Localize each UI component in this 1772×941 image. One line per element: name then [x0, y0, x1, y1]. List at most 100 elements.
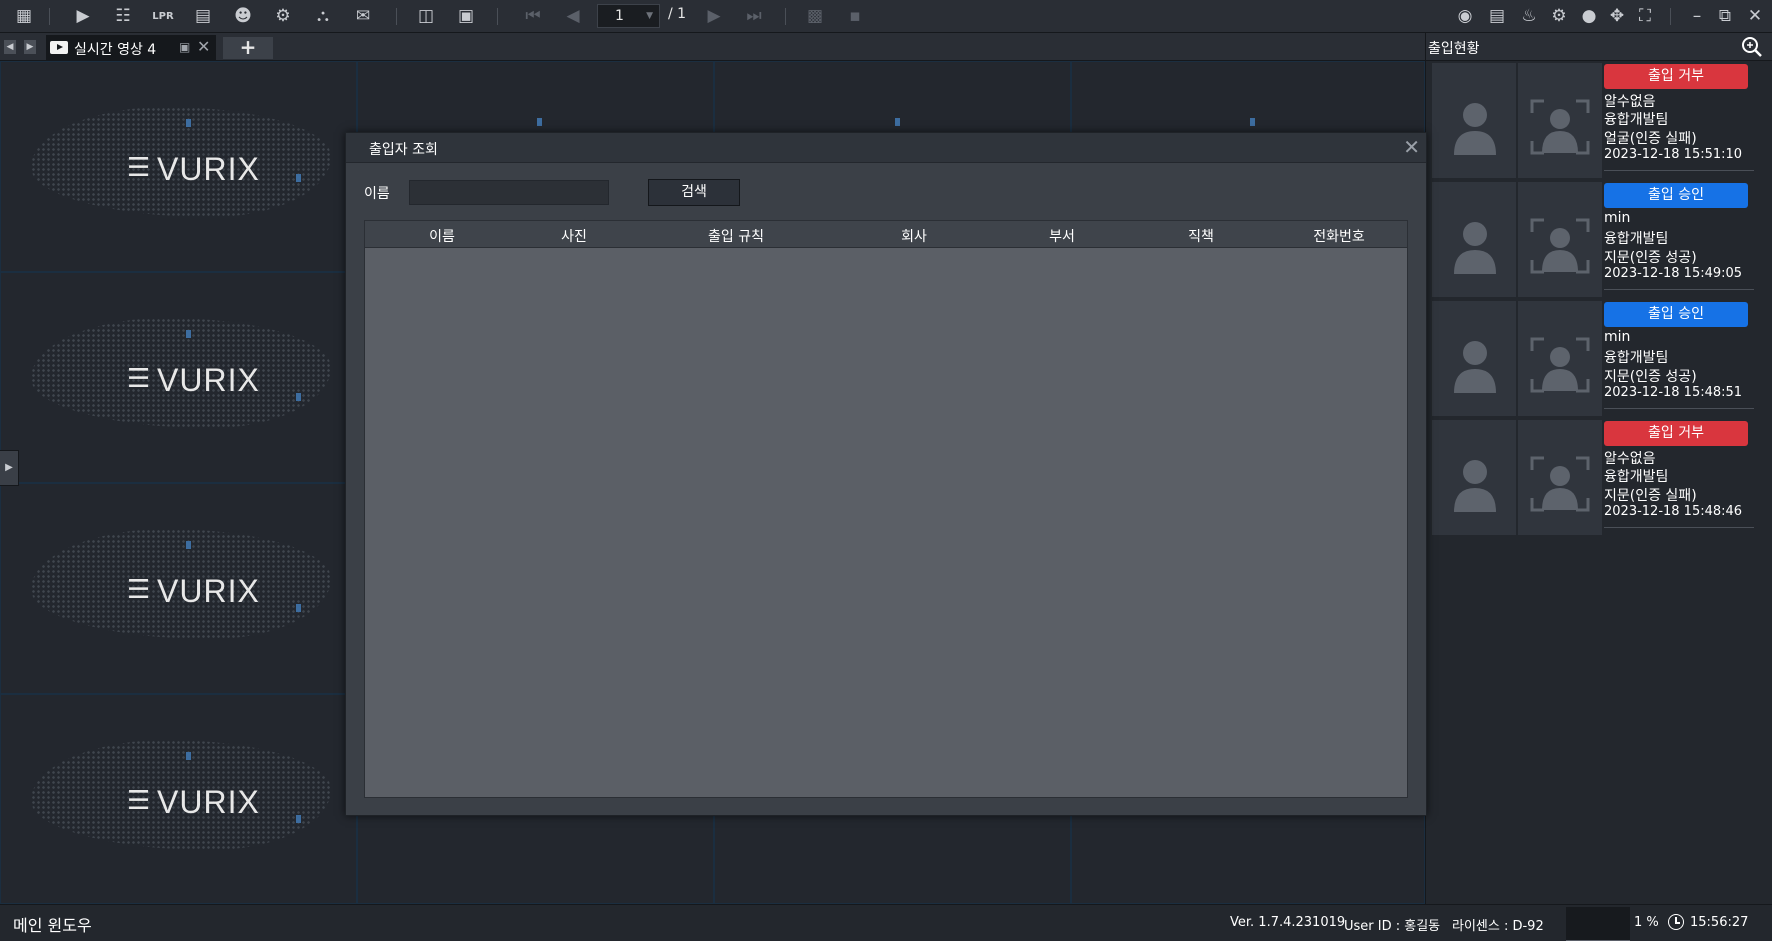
window-title: 메인 윈도우	[13, 916, 92, 935]
snapshot-photo	[1432, 63, 1516, 178]
person-placeholder-icon	[1454, 337, 1496, 393]
table-header: 이름 사진 출입 규칙 회사 부서 직책 전화번호	[365, 221, 1407, 248]
tab-pin-icon[interactable]: ▣	[179, 40, 190, 54]
event-auth-method: 얼굴(인증 실패)	[1604, 131, 1697, 147]
event-person-name: 알수없음	[1604, 94, 1656, 110]
layers-icon: ☰	[127, 575, 151, 605]
add-tab-button[interactable]: +	[223, 37, 273, 59]
event-search-icon[interactable]: ▤	[192, 6, 214, 27]
user-icon[interactable]: ●	[1578, 6, 1600, 27]
search-button[interactable]: 검색	[648, 179, 740, 206]
expand-side-panel-handle[interactable]: ▶	[0, 450, 19, 486]
access-event-card[interactable]: 출입 승인 min 융합개발팀 지문(인증 성공) 2023-12-18 15:49:0…	[1432, 182, 1768, 297]
event-list-icon[interactable]: ▤	[1486, 6, 1508, 27]
camera-marker	[186, 330, 191, 338]
face-recognition-photo	[1518, 420, 1602, 535]
cpu-usage-value: 1 %	[1634, 915, 1659, 930]
event-time: 2023-12-18 15:48:51	[1604, 385, 1743, 400]
broadcast-megaphone-icon[interactable]: ✉	[352, 6, 374, 27]
live-video-icon[interactable]: ▶	[72, 6, 94, 27]
screen-record-icon[interactable]: ▪	[844, 6, 866, 27]
minimize-window-icon[interactable]: –	[1686, 6, 1708, 27]
alarm-bell-icon[interactable]: ♨	[1518, 6, 1540, 27]
camera-marker	[186, 752, 191, 760]
last-page-icon[interactable]: ⏭	[743, 6, 765, 27]
layers-icon: ☰	[127, 786, 151, 816]
close-window-icon[interactable]: ✕	[1744, 6, 1766, 27]
column-header-company[interactable]: 회사	[901, 226, 927, 246]
face-recognition-photo	[1518, 301, 1602, 416]
column-header-access-rule[interactable]: 출입 규칙	[708, 226, 764, 246]
tab-live-video[interactable]: 실시간 영상 4 ▣ ✕	[46, 35, 216, 61]
lpr-icon[interactable]: LPR	[152, 6, 174, 27]
access-event-card[interactable]: 출입 거부 알수없음 융합개발팀 지문(인증 실패) 2023-12-18 15:48:…	[1432, 420, 1768, 535]
video-cell[interactable]: ☰ VURIX	[0, 272, 357, 483]
layers-icon: ☰	[127, 364, 151, 394]
access-status-badge: 출입 거부	[1604, 421, 1748, 446]
tab-label: 실시간 영상 4	[74, 42, 157, 58]
event-person-name: min	[1604, 329, 1631, 345]
playback-search-icon[interactable]: ☷	[112, 6, 134, 27]
license-label: 라이센스 : D-92	[1452, 919, 1544, 934]
clock-icon	[1668, 914, 1684, 930]
toolbar-divider	[785, 8, 786, 25]
fullscreen-icon[interactable]: ⛶	[1634, 6, 1656, 27]
user-id-label: User ID : 홍길동	[1344, 919, 1441, 934]
first-page-icon[interactable]: ⏮	[522, 6, 544, 27]
column-header-department[interactable]: 부서	[1049, 226, 1075, 246]
chevron-down-icon: ▼	[646, 11, 653, 21]
snapshot-photo	[1432, 182, 1516, 297]
tab-scroll-right-icon[interactable]: ▶	[24, 40, 36, 54]
dialog-title: 출입자 조회	[369, 142, 438, 158]
toolbar-divider	[497, 8, 498, 25]
video-cell[interactable]: ☰ VURIX	[0, 483, 357, 694]
column-header-name[interactable]: 이름	[429, 226, 455, 246]
move-arrows-icon[interactable]: ✥	[1606, 6, 1628, 27]
layout-split-icon[interactable]: ◫	[415, 6, 437, 27]
access-event-card[interactable]: 출입 승인 min 융합개발팀 지문(인증 성공) 2023-12-18 15:48:5…	[1432, 301, 1768, 416]
access-status-badge: 출입 승인	[1604, 302, 1748, 327]
face-recognition-photo	[1518, 182, 1602, 297]
next-page-icon[interactable]: ▶	[703, 6, 725, 27]
search-icon[interactable]	[1741, 36, 1763, 58]
camera-marker	[186, 119, 191, 127]
person-placeholder-icon	[1454, 99, 1496, 155]
main-toolbar: ▦ ▶ ☷ LPR ▤ ☻ ⚙ ⛬ ✉ ◫ ▣ ⏮ ◀ 1 ▼ / 1 ▶ ⏭ …	[0, 0, 1772, 33]
add-screen-icon[interactable]: ▣	[455, 6, 477, 27]
column-header-position[interactable]: 직책	[1188, 226, 1214, 246]
access-status-panel: 출입현황 출입 거부 알수없음 융합개발팀 얼굴(인증 실패) 2023-12-18 1…	[1425, 33, 1772, 904]
vehicle-search-icon[interactable]: ⛬	[312, 6, 334, 27]
video-cell[interactable]: ☰ VURIX	[0, 61, 357, 272]
close-icon[interactable]: ✕	[197, 37, 210, 56]
page-number-select[interactable]: 1 ▼	[597, 4, 660, 28]
access-status-badge: 출입 승인	[1604, 183, 1748, 208]
event-time: 2023-12-18 15:49:05	[1604, 266, 1743, 281]
clock-time: 15:56:27	[1690, 915, 1749, 930]
restore-window-icon[interactable]: ⧉	[1714, 6, 1736, 27]
previous-page-icon[interactable]: ◀	[562, 6, 584, 27]
video-cell[interactable]: ☰ VURIX	[0, 694, 357, 904]
camera-marker	[1250, 118, 1255, 126]
access-event-card[interactable]: 출입 거부 알수없음 융합개발팀 얼굴(인증 실패) 2023-12-18 15:51:…	[1432, 63, 1768, 178]
person-search-icon[interactable]: ☻	[232, 6, 254, 27]
tab-scroll-left-icon[interactable]: ◀	[4, 40, 16, 54]
name-search-input[interactable]	[409, 180, 609, 205]
column-header-phone[interactable]: 전화번호	[1313, 226, 1365, 246]
column-header-photo[interactable]: 사진	[561, 226, 587, 246]
event-team: 융합개발팀	[1604, 350, 1669, 366]
event-team: 융합개발팀	[1604, 112, 1669, 128]
app-menu-grid-icon[interactable]: ▦	[13, 6, 35, 27]
bicycle-icon[interactable]: ⚙	[272, 6, 294, 27]
chat-icon[interactable]: ◉	[1454, 6, 1476, 27]
camera-marker	[537, 118, 542, 126]
page-number-value: 1	[615, 8, 624, 24]
event-time: 2023-12-18 15:48:46	[1604, 504, 1743, 519]
toolbar-divider	[49, 8, 50, 25]
cpu-usage-graph	[1566, 907, 1630, 941]
person-placeholder-icon	[1454, 218, 1496, 274]
close-icon[interactable]: ✕	[1403, 135, 1420, 159]
settings-gear-icon[interactable]: ⚙	[1548, 6, 1570, 27]
camera-marker	[296, 174, 301, 182]
visitor-table: 이름 사진 출입 규칙 회사 부서 직책 전화번호	[364, 220, 1408, 798]
screen-capture-icon[interactable]: ▩	[804, 6, 826, 27]
